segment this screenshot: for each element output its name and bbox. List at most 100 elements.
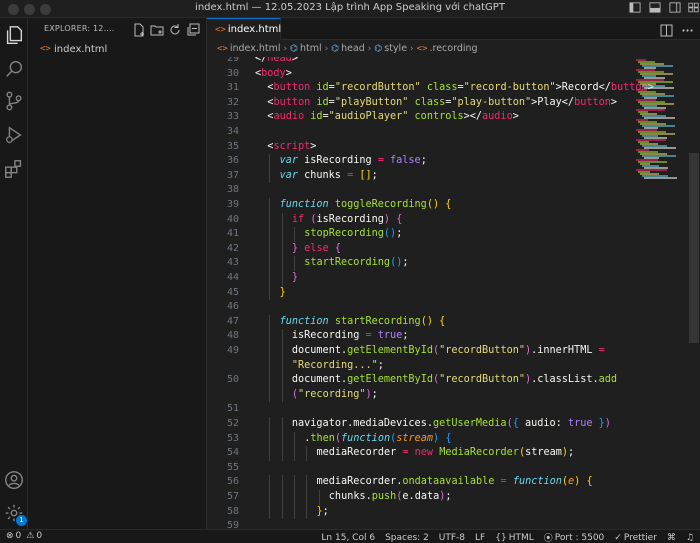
code-line[interactable]: isRecording = true;: [292, 329, 409, 344]
indent-guide: [281, 358, 283, 374]
code-token: (): [390, 257, 403, 269]
accounts-icon[interactable]: [3, 469, 25, 491]
code-line[interactable]: .then(function(stream) {: [304, 432, 451, 447]
live-server-status[interactable]: ⦿ Port : 5500: [544, 531, 605, 543]
code-token: else: [304, 242, 329, 254]
manage-gear-icon[interactable]: 1: [3, 502, 27, 526]
code-token: "recordButton": [334, 82, 421, 94]
code-line[interactable]: mediaRecorder.ondataavailable = function…: [317, 475, 593, 490]
code-token: {: [586, 476, 593, 488]
line-number: 50: [226, 374, 239, 386]
code-line[interactable]: }: [280, 286, 286, 301]
breadcrumb-item-selector[interactable]: <> .recording: [417, 43, 478, 54]
code-token: []: [359, 169, 372, 181]
code-token: ;: [371, 169, 378, 181]
code-line[interactable]: </head>: [255, 57, 298, 67]
customize-layout-icon[interactable]: [686, 2, 700, 15]
code-token: toggleRecording: [334, 199, 427, 210]
run-debug-icon[interactable]: [3, 124, 25, 146]
problems-status[interactable]: ⊗ 0 ⚠ 0: [6, 531, 42, 541]
prettier-status[interactable]: ✓ Prettier: [614, 533, 657, 543]
code-line[interactable]: function startRecording() {: [280, 315, 446, 330]
code-token: true: [377, 330, 403, 342]
indent-guide: [293, 490, 295, 505]
eol-status[interactable]: LF: [475, 533, 485, 543]
code-line[interactable]: stopRecording();: [304, 227, 402, 242]
code-editor[interactable]: 29 30 31 32 33 34 35 36 37 38 39 40 41 42 43 44 45 46 47 48…: [207, 57, 700, 529]
code-line[interactable]: <audio id="audioPlayer" controls></audio…: [267, 110, 519, 125]
scrollbar-thumb[interactable]: [689, 153, 699, 343]
indent-guide: [269, 154, 271, 169]
code-line[interactable]: document.getElementById("recordButton").…: [292, 344, 605, 359]
minimap[interactable]: [636, 57, 686, 179]
code-token: then: [310, 432, 335, 444]
copilot-icon[interactable]: ⌘: [667, 533, 676, 543]
code-line[interactable]: "Recording...";: [292, 359, 384, 374]
breadcrumb-item-html[interactable]: ⌬ html: [290, 43, 322, 54]
breadcrumb-item-head[interactable]: ⌬ head: [331, 43, 365, 54]
code-line[interactable]: }: [292, 271, 298, 286]
activity-bar: 1: [0, 18, 28, 529]
breadcrumb-item-style[interactable]: ⌬ style: [374, 43, 407, 54]
code-token: new: [414, 447, 434, 459]
indent-guide: [281, 241, 283, 257]
notifications-bell-icon[interactable]: ♫: [686, 533, 694, 543]
code-token: getElementById: [347, 374, 433, 386]
code-token: "recording": [298, 388, 366, 400]
code-token: function: [512, 476, 562, 488]
toggle-sidebar-icon[interactable]: [628, 2, 642, 15]
encoding-status[interactable]: UTF-8: [439, 533, 465, 543]
code-token: ;: [377, 359, 384, 371]
more-actions-icon[interactable]: [681, 22, 694, 35]
code-line[interactable]: <button id="recordButton" class="record-…: [267, 81, 654, 96]
code-token: getElementById: [347, 345, 433, 356]
code-line[interactable]: ("recording");: [292, 388, 378, 403]
new-file-icon[interactable]: [132, 22, 146, 37]
code-token: id: [316, 82, 329, 94]
code-line[interactable]: <script>: [267, 140, 316, 155]
collapse-all-icon[interactable]: [186, 22, 200, 36]
toggle-panel-icon[interactable]: [648, 2, 662, 15]
explorer-icon[interactable]: [3, 24, 25, 46]
code-token: audio:: [518, 418, 568, 429]
code-line[interactable]: if (isRecording) {: [292, 213, 402, 228]
code-token: button: [273, 82, 311, 94]
warning-icon: ⚠: [26, 531, 35, 541]
code-line[interactable]: var chunks = [];: [280, 169, 378, 184]
code-line[interactable]: startRecording();: [304, 256, 408, 271]
code-token: getUserMedia: [432, 418, 507, 429]
new-folder-icon[interactable]: [150, 22, 164, 36]
code-line[interactable]: <body>: [255, 67, 292, 82]
code-line[interactable]: var isRecording = false;: [280, 154, 427, 169]
cursor-position[interactable]: Ln 15, Col 6: [321, 533, 375, 543]
source-control-icon[interactable]: [3, 90, 25, 112]
code-line[interactable]: document.getElementById("recordButton").…: [292, 373, 617, 388]
indent-guide: [269, 387, 271, 403]
indent-guide: [281, 329, 283, 344]
tab-index-html[interactable]: <> index.html: [207, 18, 281, 40]
refresh-icon[interactable]: [168, 22, 182, 36]
code-line[interactable]: chunks.push(e.data);: [329, 490, 452, 505]
code-line[interactable]: mediaRecorder = new MediaRecorder(stream…: [317, 446, 575, 461]
code-line[interactable]: <button id="playButton" class="play-butt…: [267, 96, 617, 111]
code-token: push: [371, 491, 397, 502]
chevron-right-icon: ›: [324, 43, 329, 54]
code-area[interactable]: </head> <body> <button id="recordButton" c…: [255, 57, 686, 529]
toggle-secondary-sidebar-icon[interactable]: [668, 2, 682, 15]
breadcrumb-item-file[interactable]: <> index.html: [217, 43, 281, 54]
code-token: ;: [371, 388, 378, 400]
language-mode[interactable]: {} HTML: [495, 533, 534, 543]
code-line[interactable]: } else {: [292, 242, 341, 257]
extensions-icon[interactable]: [3, 158, 25, 180]
indentation-status[interactable]: Spaces: 2: [385, 533, 429, 543]
split-editor-icon[interactable]: [660, 22, 673, 37]
file-item-index-html[interactable]: <> index.html: [28, 41, 207, 57]
indent-guide: [269, 504, 271, 520]
search-icon[interactable]: [3, 58, 25, 80]
code-line[interactable]: navigator.mediaDevices.getUserMedia({ au…: [292, 417, 611, 432]
indent-guide: [281, 271, 283, 286]
code-line[interactable]: function toggleRecording() {: [280, 198, 452, 213]
vertical-scrollbar[interactable]: [688, 57, 700, 529]
code-line[interactable]: };: [317, 505, 329, 520]
code-token: isRecording: [298, 155, 378, 167]
